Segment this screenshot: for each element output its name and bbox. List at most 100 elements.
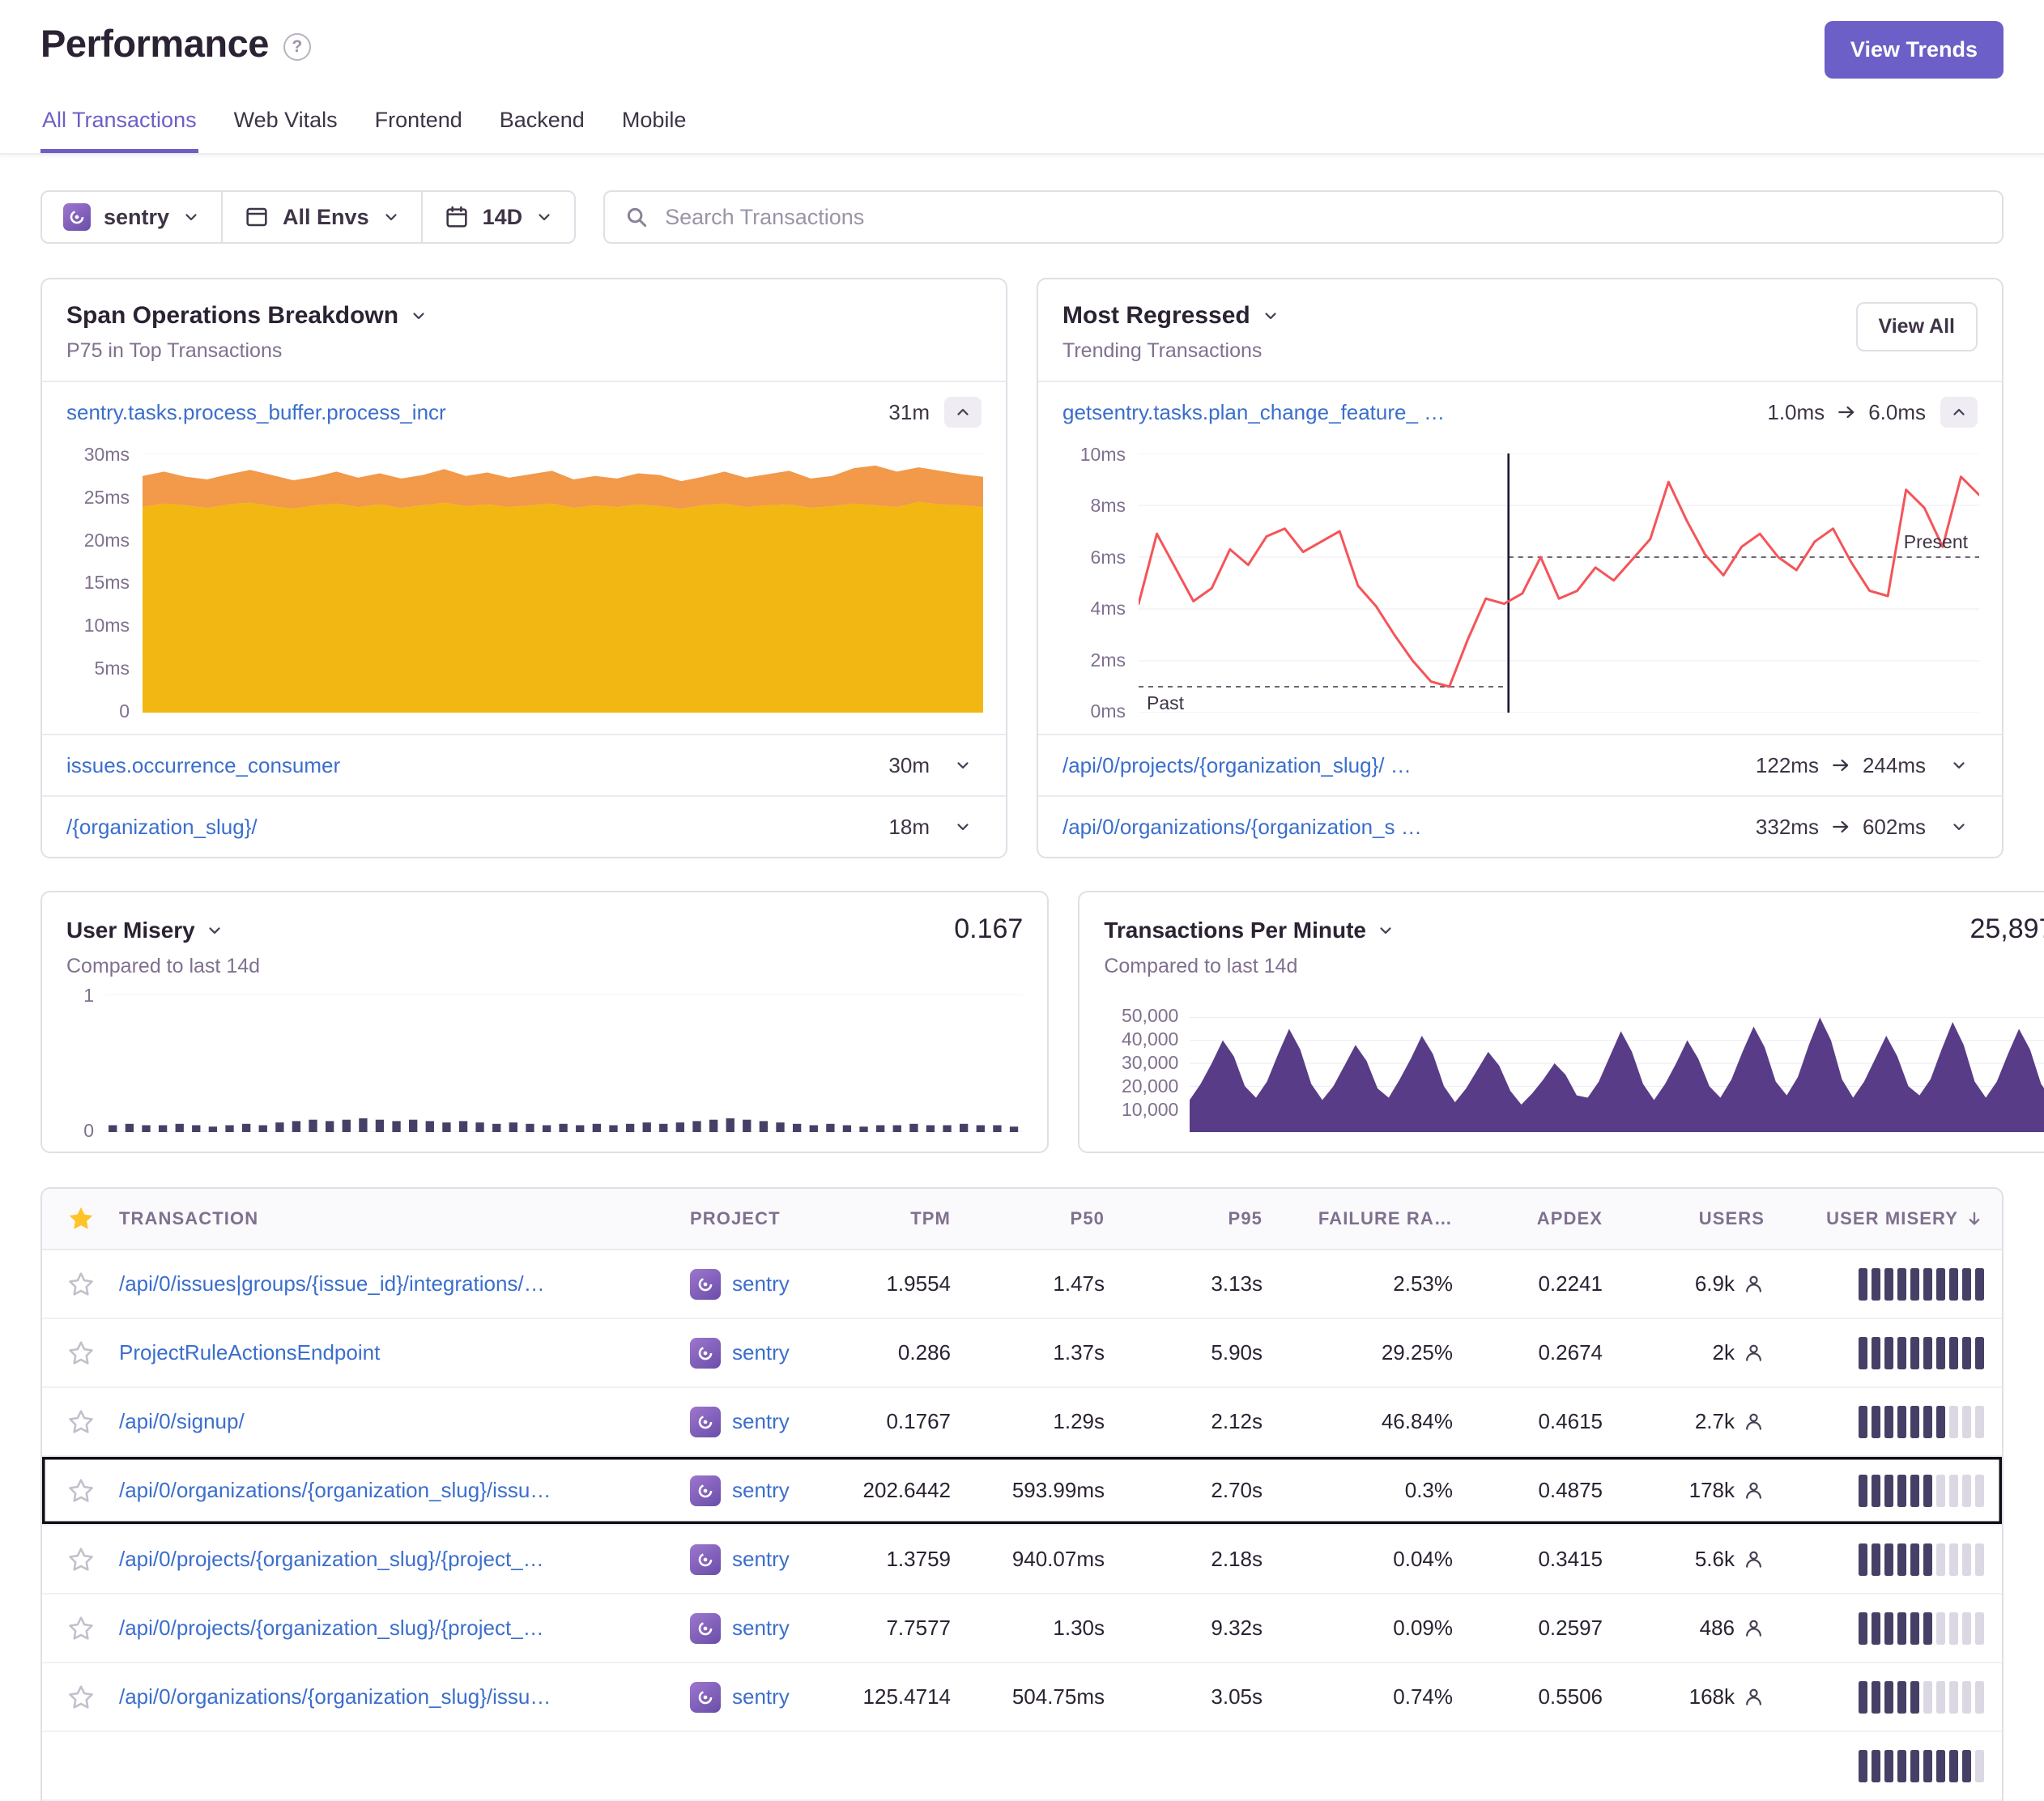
regressed-transaction-link[interactable]: /api/0/organizations/{organization_s … — [1062, 815, 1422, 840]
column-header-p50[interactable]: P50 — [973, 1208, 1127, 1229]
users-count: 486 — [1700, 1616, 1735, 1641]
collapse-chart-button[interactable] — [1940, 397, 1978, 428]
table-row[interactable]: /api/0/projects/{organization_slug}/{pro… — [42, 1595, 2002, 1663]
user-misery-dropdown[interactable]: User Misery — [66, 918, 224, 943]
span-chart-y-axis: 30ms 25ms 20ms 15ms 10ms 5ms 0 — [58, 444, 130, 722]
card-subtitle: Compared to last 14d — [66, 955, 1023, 978]
most-regressed-panel: Most Regressed Trending Transactions Vie… — [1037, 278, 2004, 858]
span-op-link[interactable]: issues.occurrence_consumer — [66, 753, 340, 778]
chevron-down-icon — [1950, 756, 1968, 774]
expand-chart-button[interactable] — [1940, 750, 1978, 781]
card-subtitle: Compared to last 14d — [1104, 955, 2044, 978]
table-row[interactable]: /api/0/signup/ sentry 0.1767 1.29s 2.12s… — [42, 1388, 2002, 1457]
favorites-column-header[interactable] — [42, 1205, 119, 1233]
tab-web-vitals[interactable]: Web Vitals — [232, 106, 339, 153]
span-op-link[interactable]: sentry.tasks.process_buffer.process_incr — [66, 400, 446, 425]
tab-all-transactions[interactable]: All Transactions — [40, 106, 198, 153]
users-count: 178k — [1689, 1478, 1735, 1503]
table-row[interactable]: /api/0/organizations/{organization_slug}… — [42, 1457, 2002, 1526]
expand-chart-button[interactable] — [1940, 811, 1978, 842]
project-link[interactable]: sentry — [732, 1616, 790, 1641]
favorite-star-button[interactable] — [64, 1336, 98, 1370]
favorite-star-button[interactable] — [64, 1474, 98, 1508]
tpm-cell: 202.6442 — [844, 1478, 973, 1503]
column-header-users[interactable]: USERS — [1625, 1208, 1787, 1229]
regressed-panel-subtitle: Trending Transactions — [1062, 339, 1280, 363]
table-row[interactable]: /api/0/organizations/{organization_slug}… — [42, 1663, 2002, 1732]
table-header: TRANSACTION PROJECT TPM P50 P95 FAILURE … — [42, 1189, 2002, 1250]
tpm-cell: 1.3759 — [844, 1547, 973, 1572]
date-range-filter-dropdown[interactable]: 14D — [423, 192, 575, 242]
table-row[interactable]: ProjectRuleActionsEndpoint sentry 0.286 … — [42, 1319, 2002, 1388]
view-trends-button[interactable]: View Trends — [1825, 21, 2004, 79]
transaction-link[interactable]: /api/0/organizations/{organization_slug}… — [119, 1684, 551, 1709]
y-axis-label: 8ms — [1054, 495, 1126, 517]
project-link[interactable]: sentry — [732, 1271, 790, 1296]
chevron-down-icon — [954, 756, 972, 774]
tab-frontend[interactable]: Frontend — [373, 106, 464, 153]
favorite-star-button[interactable] — [64, 1680, 98, 1714]
y-axis-label: 20ms — [58, 530, 130, 551]
environment-filter-label: All Envs — [283, 205, 369, 230]
view-all-button[interactable]: View All — [1856, 302, 1978, 351]
transaction-link[interactable]: /api/0/organizations/{organization_slug}… — [119, 1478, 551, 1502]
transaction-link[interactable]: /api/0/projects/{organization_slug}/{pro… — [119, 1547, 544, 1571]
date-range-filter-label: 14D — [483, 205, 523, 230]
span-op-link[interactable]: /{organization_slug}/ — [66, 815, 258, 840]
y-axis-label: 40,000 — [1104, 1028, 1178, 1051]
tab-backend[interactable]: Backend — [498, 106, 586, 153]
environment-filter-dropdown[interactable]: All Envs — [223, 192, 423, 242]
span-panel-title-dropdown[interactable]: Span Operations Breakdown — [66, 302, 428, 330]
column-header-apdex[interactable]: APDEX — [1476, 1208, 1625, 1229]
favorite-star-button[interactable] — [64, 1405, 98, 1439]
regressed-transaction-link[interactable]: /api/0/projects/{organization_slug}/ … — [1062, 753, 1412, 778]
table-row[interactable] — [42, 1732, 2002, 1801]
column-header-p95[interactable]: P95 — [1127, 1208, 1285, 1229]
column-header-user-misery[interactable]: USER MISERY — [1787, 1208, 2002, 1229]
tpm-dropdown[interactable]: Transactions Per Minute — [1104, 918, 1395, 943]
page-title: Performance — [40, 21, 269, 66]
favorite-star-button[interactable] — [64, 1612, 98, 1646]
project-link[interactable]: sentry — [732, 1547, 790, 1572]
expand-chart-button[interactable] — [944, 811, 982, 842]
p50-cell: 1.37s — [973, 1340, 1127, 1365]
search-input[interactable] — [663, 204, 1982, 231]
transaction-link[interactable]: /api/0/projects/{organization_slug}/{pro… — [119, 1616, 544, 1640]
table-row[interactable]: /api/0/projects/{organization_slug}/{pro… — [42, 1526, 2002, 1595]
column-header-tpm[interactable]: TPM — [844, 1208, 973, 1229]
y-axis-label: 0ms — [1054, 700, 1126, 722]
chevron-down-icon — [1377, 922, 1395, 939]
regressed-transaction-link[interactable]: getsentry.tasks.plan_change_feature_ … — [1062, 400, 1445, 425]
failure-rate-cell: 0.04% — [1285, 1547, 1476, 1572]
tpm-card: Transactions Per Minute 25,897.544 Compa… — [1078, 891, 2044, 1153]
collapse-chart-button[interactable] — [944, 397, 982, 428]
favorite-star-button[interactable] — [64, 1543, 98, 1577]
help-icon[interactable] — [283, 33, 311, 61]
project-link[interactable]: sentry — [732, 1409, 790, 1434]
project-filter-dropdown[interactable]: sentry — [42, 192, 223, 242]
chevron-down-icon — [954, 818, 972, 836]
table-row[interactable]: /api/0/issues|groups/{issue_id}/integrat… — [42, 1250, 2002, 1319]
column-header-transaction[interactable]: TRANSACTION — [119, 1208, 690, 1229]
project-link[interactable]: sentry — [732, 1478, 790, 1503]
project-link[interactable]: sentry — [732, 1684, 790, 1709]
favorite-star-button[interactable] — [64, 1267, 98, 1301]
project-link[interactable]: sentry — [732, 1340, 790, 1365]
transaction-link[interactable]: /api/0/signup/ — [119, 1409, 245, 1433]
tpm-cell: 0.286 — [844, 1340, 973, 1365]
column-header-failure-rate[interactable]: FAILURE RA… — [1285, 1208, 1476, 1229]
transaction-link[interactable]: ProjectRuleActionsEndpoint — [119, 1340, 380, 1365]
failure-rate-cell: 46.84% — [1285, 1409, 1476, 1434]
sentry-project-icon — [690, 1338, 721, 1369]
regressed-panel-title-dropdown[interactable]: Most Regressed — [1062, 302, 1280, 330]
transaction-link[interactable]: /api/0/issues|groups/{issue_id}/integrat… — [119, 1271, 545, 1296]
expand-chart-button[interactable] — [944, 750, 982, 781]
p50-cell: 940.07ms — [973, 1547, 1127, 1572]
y-axis-label: 10ms — [58, 615, 130, 637]
y-axis-label: 25ms — [58, 487, 130, 509]
p95-cell: 2.12s — [1127, 1409, 1285, 1434]
failure-rate-cell: 0.09% — [1285, 1616, 1476, 1641]
column-header-project[interactable]: PROJECT — [690, 1208, 844, 1229]
tab-mobile[interactable]: Mobile — [620, 106, 688, 153]
p95-cell: 3.13s — [1127, 1271, 1285, 1296]
